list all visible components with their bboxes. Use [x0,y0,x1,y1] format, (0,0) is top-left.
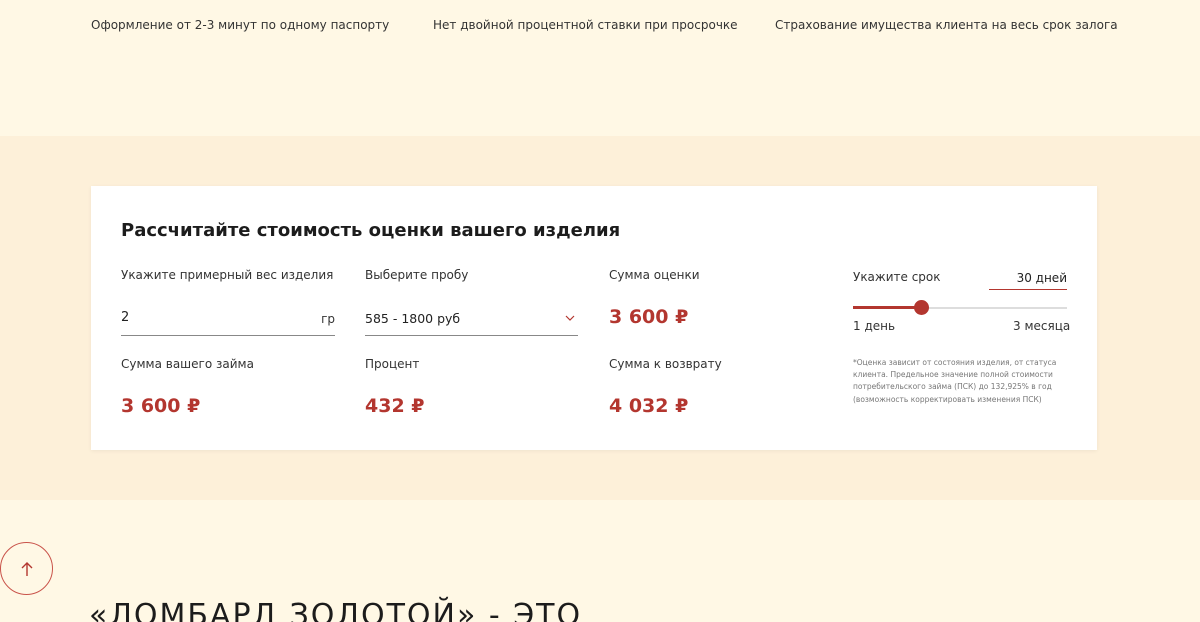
slider-fill [853,306,921,309]
loan-value: 3 600 ₽ [121,395,201,417]
loan-label: Сумма вашего займа [121,357,254,371]
feature-item: Нет двойной процентной ставки при просро… [433,18,738,32]
calculator-card: Рассчитайте стоимость оценки вашего изде… [91,186,1097,450]
percent-value: 432 ₽ [365,395,425,417]
weight-value[interactable]: 2 [121,310,129,325]
section-heading: «ЛОМБАРД ЗОЛОТОЙ» - ЭТО [89,598,583,622]
weight-unit: гр [321,312,335,326]
arrow-up-icon [21,562,33,576]
appraisal-value: 3 600 ₽ [609,306,689,328]
probe-label: Выберите пробу [365,268,469,282]
calculator-section: Рассчитайте стоимость оценки вашего изде… [0,136,1200,500]
chevron-down-icon [565,315,575,321]
return-value: 4 032 ₽ [609,395,689,417]
features-strip: Оформление от 2-3 минут по одному паспор… [0,0,1200,136]
about-section: «ЛОМБАРД ЗОЛОТОЙ» - ЭТО [0,500,1200,622]
disclaimer-note: *Оценка зависит от состояния изделия, от… [853,358,1057,404]
weight-label: Укажите примерный вес изделия [121,268,334,282]
probe-select[interactable]: 585 - 1800 руб [365,310,578,336]
probe-selected-value: 585 - 1800 руб [365,311,461,326]
percent-label: Процент [365,357,420,371]
calculator-title: Рассчитайте стоимость оценки вашего изде… [121,220,621,241]
term-value[interactable]: 30 дней [989,271,1067,290]
feature-item: Страхование имущества клиента на весь ср… [775,18,1118,32]
term-min-label: 1 день [853,319,896,333]
slider-thumb[interactable] [914,300,929,315]
term-label: Укажите срок [853,270,941,284]
feature-item: Оформление от 2-3 минут по одному паспор… [91,18,390,32]
term-max-label: 3 месяца [1013,319,1071,333]
scroll-up-button[interactable] [0,542,53,595]
weight-input[interactable]: 2 гр [121,310,335,336]
appraisal-label: Сумма оценки [609,268,700,282]
return-label: Сумма к возврату [609,357,722,371]
term-slider[interactable] [853,299,1067,317]
